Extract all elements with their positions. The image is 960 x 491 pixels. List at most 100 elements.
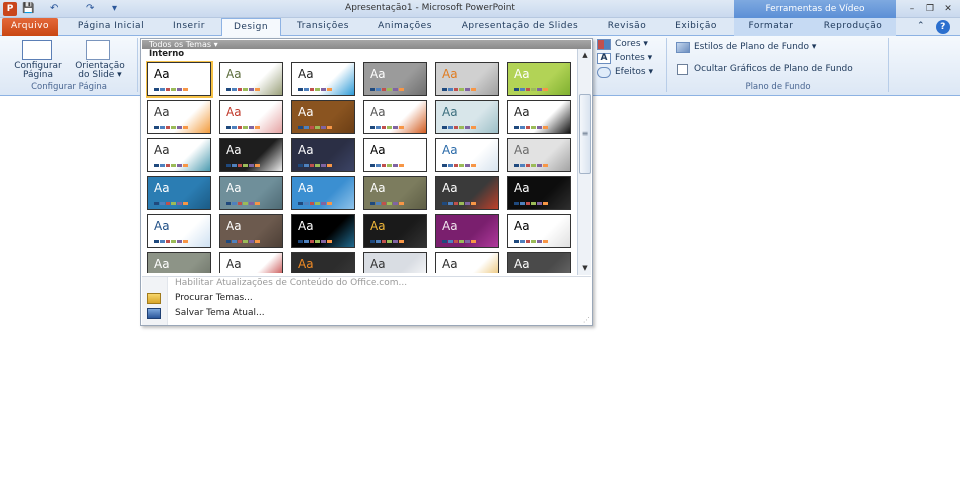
theme-thumbnail[interactable]: Aa xyxy=(219,214,283,248)
theme-thumbnail-text: Aa xyxy=(226,257,242,271)
tab-transitions[interactable]: Transições xyxy=(286,18,360,36)
theme-thumbnail-text: Aa xyxy=(514,143,530,157)
minimize-button[interactable]: – xyxy=(906,3,918,15)
tab-home[interactable]: Página Inicial xyxy=(66,18,156,36)
theme-thumbnail[interactable]: Aa xyxy=(507,252,571,273)
theme-thumbnail[interactable]: Aa xyxy=(219,100,283,134)
theme-color-swatches xyxy=(226,88,260,91)
tab-review[interactable]: Revisão xyxy=(596,18,658,36)
ribbon-tab-row: Arquivo Página Inicial Inserir Design Tr… xyxy=(0,18,960,37)
theme-thumbnail[interactable]: Aa xyxy=(147,100,211,134)
theme-thumbnail[interactable]: Aa xyxy=(507,214,571,248)
fonts-icon[interactable]: A xyxy=(597,53,611,64)
effects-icon[interactable] xyxy=(597,67,611,78)
theme-thumbnail[interactable]: Aa xyxy=(219,62,283,96)
theme-thumbnail[interactable]: Aa xyxy=(435,214,499,248)
theme-thumbnail-text: Aa xyxy=(514,67,530,81)
theme-thumbnail-text: Aa xyxy=(514,105,530,119)
theme-thumbnail[interactable]: Aa xyxy=(435,138,499,172)
theme-color-swatches xyxy=(154,126,188,129)
theme-thumbnail[interactable]: Aa xyxy=(147,138,211,172)
theme-thumbnail-text: Aa xyxy=(226,105,242,119)
theme-color-swatches xyxy=(514,240,548,243)
scroll-thumb[interactable]: ≡ xyxy=(579,94,591,174)
background-styles-icon[interactable] xyxy=(676,42,690,53)
effects-button[interactable]: Efeitos ▾ xyxy=(615,68,653,77)
theme-thumbnail[interactable]: Aa xyxy=(435,252,499,273)
resize-gripper-icon[interactable]: ⋰ xyxy=(583,316,590,324)
theme-thumbnail[interactable]: Aa xyxy=(507,62,571,96)
theme-thumbnail[interactable]: Aa xyxy=(363,252,427,273)
theme-thumbnail[interactable]: Aa xyxy=(507,138,571,172)
theme-thumbnail[interactable]: Aa xyxy=(363,62,427,96)
theme-thumbnail[interactable]: Aa xyxy=(147,252,211,273)
theme-thumbnail[interactable]: Aa xyxy=(363,176,427,210)
theme-color-swatches xyxy=(370,164,404,167)
theme-thumbnail[interactable]: Aa xyxy=(363,100,427,134)
save-current-theme-item[interactable]: Salvar Tema Atual... xyxy=(175,308,265,318)
theme-thumbnail[interactable]: Aa xyxy=(291,176,355,210)
slide-orientation-label-2[interactable]: do Slide ▾ xyxy=(70,71,130,80)
colors-button[interactable]: Cores ▾ xyxy=(615,40,648,49)
theme-thumbnail[interactable]: Aa xyxy=(507,176,571,210)
scroll-up-icon[interactable]: ▲ xyxy=(579,50,591,60)
page-setup-icon[interactable] xyxy=(22,40,52,60)
theme-thumbnail-text: Aa xyxy=(370,67,386,81)
collapse-ribbon-icon[interactable]: ⌃ xyxy=(914,18,928,36)
theme-color-swatches xyxy=(442,164,476,167)
theme-thumbnail[interactable]: Aa xyxy=(219,138,283,172)
browse-themes-item[interactable]: Procurar Temas... xyxy=(175,293,253,303)
theme-thumbnail-text: Aa xyxy=(154,143,170,157)
theme-thumbnail[interactable]: Aa xyxy=(435,100,499,134)
theme-color-swatches xyxy=(154,88,188,91)
theme-thumbnail-text: Aa xyxy=(154,181,170,195)
tab-slideshow[interactable]: Apresentação de Slides xyxy=(452,18,588,36)
all-themes-header[interactable]: Todos os Temas ▾ xyxy=(142,40,591,49)
background-styles-button[interactable]: Estilos de Plano de Fundo ▾ xyxy=(694,43,816,52)
tab-format[interactable]: Formatar xyxy=(736,18,806,36)
theme-thumbnail-text: Aa xyxy=(442,181,458,195)
slide-orientation-icon[interactable] xyxy=(86,40,110,60)
theme-thumbnail[interactable]: Aa xyxy=(291,62,355,96)
theme-thumbnail[interactable]: Aa xyxy=(219,252,283,273)
browse-themes-icon xyxy=(147,293,161,304)
colors-icon[interactable] xyxy=(597,39,611,50)
theme-thumbnail[interactable]: Aa xyxy=(507,100,571,134)
theme-thumbnail[interactable]: Aa xyxy=(291,138,355,172)
theme-color-swatches xyxy=(442,88,476,91)
theme-thumbnail-text: Aa xyxy=(298,67,314,81)
tab-animations[interactable]: Animações xyxy=(366,18,444,36)
tab-view[interactable]: Exibição xyxy=(664,18,728,36)
scroll-down-icon[interactable]: ▼ xyxy=(579,263,591,273)
theme-thumbnail[interactable]: Aa xyxy=(291,252,355,273)
theme-thumbnail[interactable]: Aa xyxy=(147,214,211,248)
restore-button[interactable]: ❐ xyxy=(924,3,936,15)
close-button[interactable]: ✕ xyxy=(942,3,954,15)
tab-file[interactable]: Arquivo xyxy=(2,18,58,36)
theme-thumbnail[interactable]: Aa xyxy=(219,176,283,210)
help-icon[interactable]: ? xyxy=(936,20,950,34)
tab-insert[interactable]: Inserir xyxy=(160,18,218,36)
theme-color-swatches xyxy=(298,88,332,91)
theme-thumbnail[interactable]: Aa xyxy=(363,214,427,248)
theme-color-swatches xyxy=(154,202,188,205)
theme-thumbnail[interactable]: Aa xyxy=(363,138,427,172)
theme-color-swatches xyxy=(226,202,260,205)
gallery-section-builtin: Interno xyxy=(149,49,185,59)
theme-thumbnail[interactable]: Aa xyxy=(435,62,499,96)
menu-separator xyxy=(142,276,591,277)
tab-playback[interactable]: Reprodução xyxy=(812,18,894,36)
tab-design[interactable]: Design xyxy=(221,18,281,37)
theme-color-swatches xyxy=(442,240,476,243)
hide-background-checkbox[interactable] xyxy=(677,64,688,75)
theme-thumbnail[interactable]: Aa xyxy=(435,176,499,210)
fonts-button[interactable]: Fontes ▾ xyxy=(615,54,652,63)
gallery-scrollbar[interactable]: ▲ ≡ ▼ xyxy=(577,49,591,275)
theme-thumbnail[interactable]: Aa xyxy=(291,214,355,248)
theme-thumbnail[interactable]: Aa xyxy=(147,176,211,210)
page-setup-label-2[interactable]: Página xyxy=(6,71,70,80)
theme-color-swatches xyxy=(514,126,548,129)
theme-thumbnail[interactable]: Aa xyxy=(291,100,355,134)
hide-background-label[interactable]: Ocultar Gráficos de Plano de Fundo xyxy=(694,65,853,74)
theme-thumbnail[interactable]: Aa xyxy=(146,61,213,98)
